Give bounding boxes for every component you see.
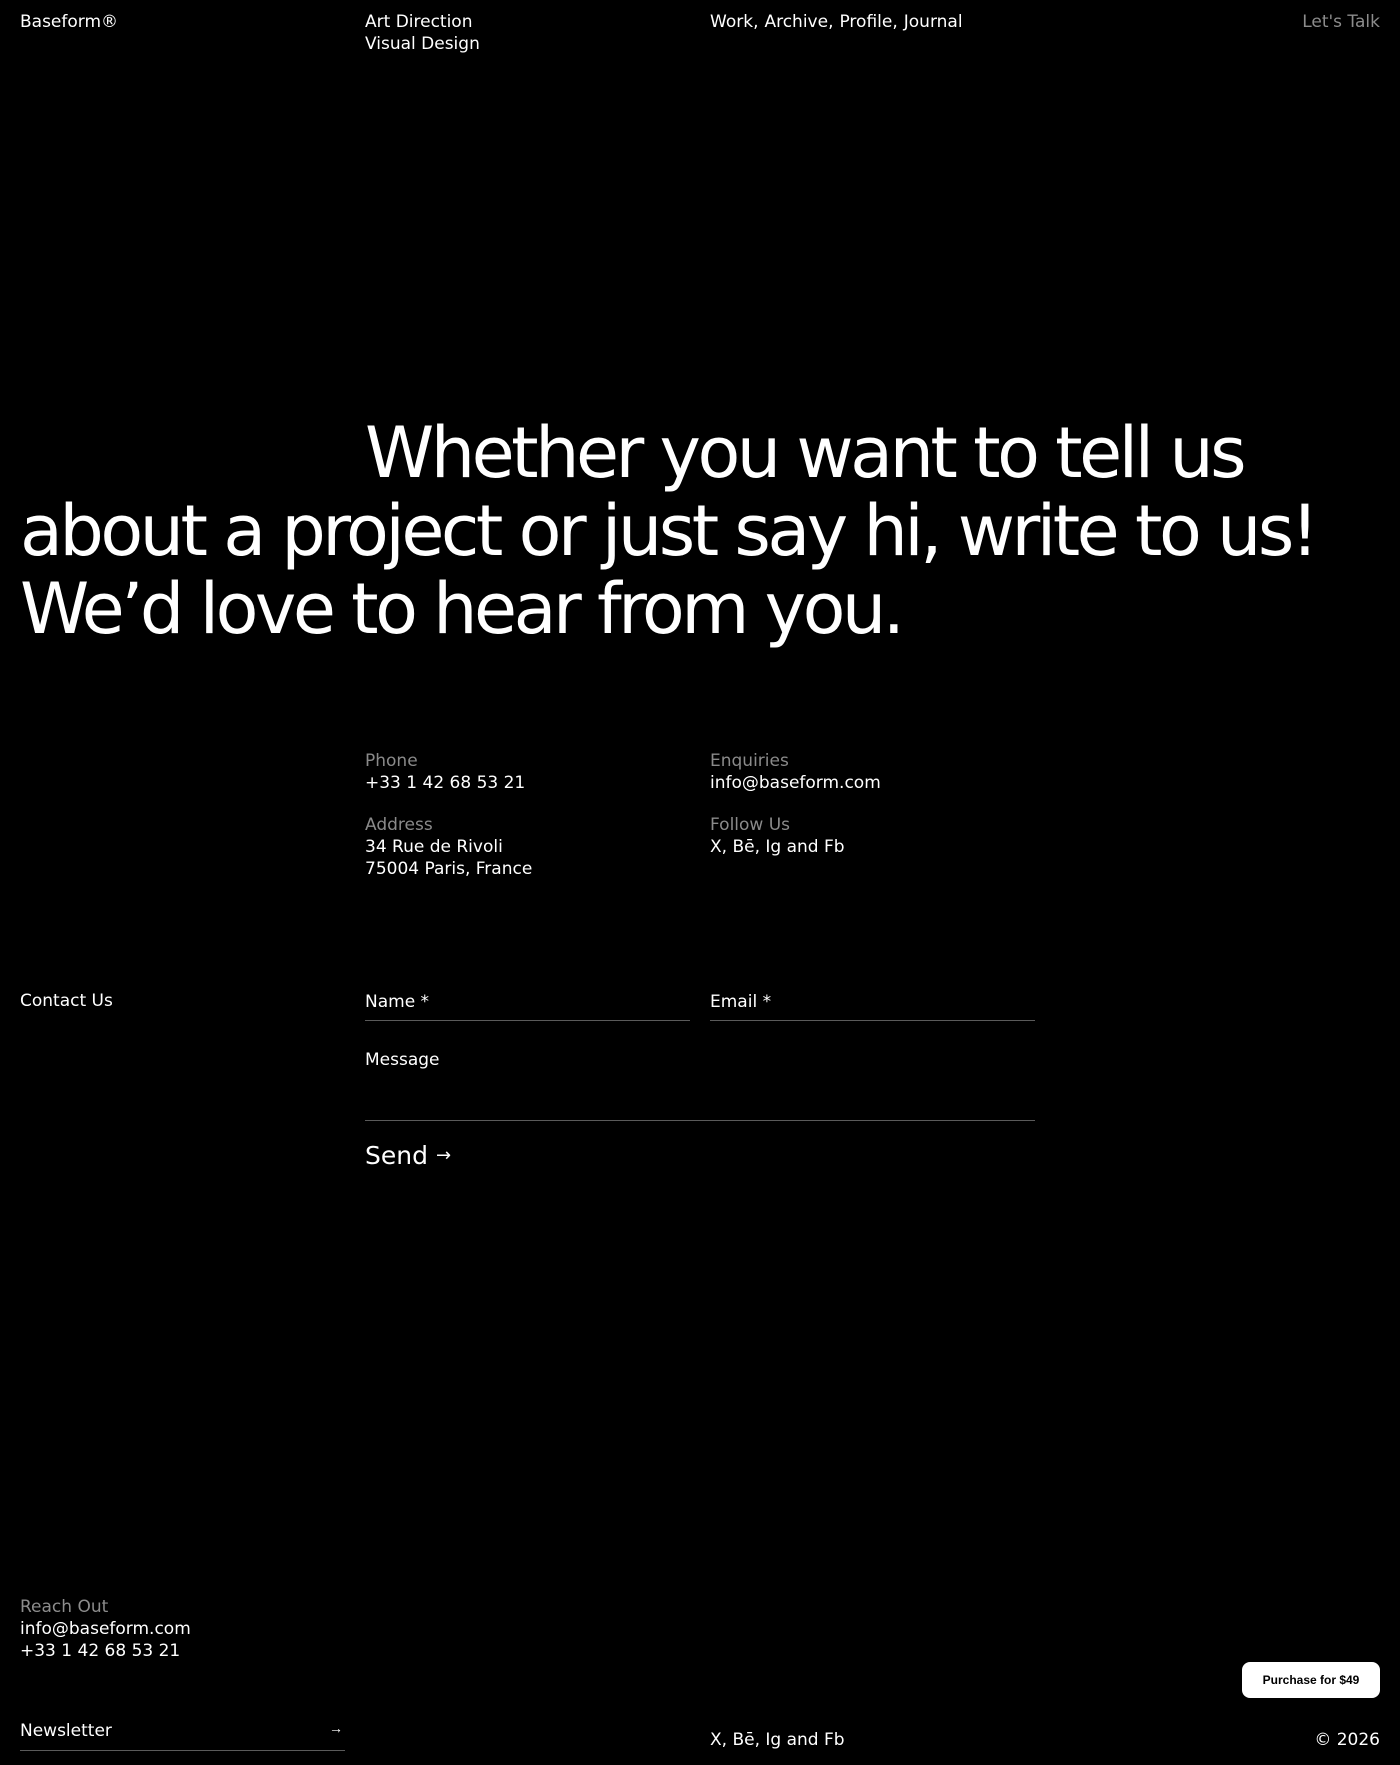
reach-out-block: Reach Out info@baseform.com +33 1 42 68 … (20, 1596, 191, 1662)
purchase-button[interactable]: Purchase for $49 (1242, 1662, 1380, 1698)
follow-label: Follow Us (710, 815, 791, 835)
enquiries-block: Enquiries info@baseform.com (710, 750, 1040, 794)
arrow-right-icon: → (435, 1145, 452, 1166)
copyright: © 2026 (1314, 1730, 1380, 1750)
address-line-2: 75004 Paris, France (365, 859, 533, 879)
nav-archive[interactable]: Archive (764, 11, 828, 33)
enquiries-email[interactable]: info@baseform.com (710, 772, 1040, 794)
message-input[interactable] (365, 1050, 1035, 1121)
newsletter-input[interactable] (20, 1720, 300, 1742)
reach-out-label: Reach Out (20, 1597, 109, 1617)
nav-separator: , (892, 12, 898, 32)
enquiries-label: Enquiries (710, 751, 789, 771)
address-block: Address 34 Rue de Rivoli 75004 Paris, Fr… (365, 814, 695, 880)
nav-work[interactable]: Work (710, 11, 753, 33)
footer-social-links[interactable]: X, Bē, Ig and Fb (710, 1729, 845, 1751)
email-input[interactable] (710, 990, 1035, 1021)
nav-profile[interactable]: Profile (839, 11, 892, 33)
main-nav: Work, Archive, Profile, Journal (710, 11, 963, 33)
newsletter-submit-button[interactable]: → (329, 1720, 343, 1736)
name-input[interactable] (365, 990, 690, 1021)
send-label: Send (365, 1141, 428, 1170)
send-button[interactable]: Send → (365, 1140, 451, 1172)
arrow-right-icon: → (329, 1720, 343, 1736)
address-label: Address (365, 815, 433, 835)
follow-links[interactable]: X, Bē, Ig and Fb (710, 836, 1040, 858)
contact-us-title: Contact Us (20, 991, 113, 1011)
address-line-1: 34 Rue de Rivoli (365, 837, 503, 857)
brand-logo[interactable]: Baseform® (20, 11, 118, 33)
footer-email[interactable]: info@baseform.com (20, 1618, 191, 1640)
nav-journal[interactable]: Journal (904, 11, 963, 33)
nav-separator: , (828, 12, 834, 32)
newsletter-form: → (20, 1720, 345, 1751)
services-list: Art Direction Visual Design (365, 11, 480, 55)
follow-block: Follow Us X, Bē, Ig and Fb (710, 814, 1040, 858)
phone-value[interactable]: +33 1 42 68 53 21 (365, 772, 695, 794)
nav-separator: , (753, 12, 759, 32)
phone-block: Phone +33 1 42 68 53 21 (365, 750, 695, 794)
service-visual-design: Visual Design (365, 34, 480, 54)
service-art-direction: Art Direction (365, 12, 473, 32)
hero-headline: Whether you want to tell us about a proj… (20, 412, 1319, 650)
lets-talk-link[interactable]: Let's Talk (1302, 11, 1380, 33)
footer-phone[interactable]: +33 1 42 68 53 21 (20, 1640, 191, 1662)
phone-label: Phone (365, 751, 418, 771)
